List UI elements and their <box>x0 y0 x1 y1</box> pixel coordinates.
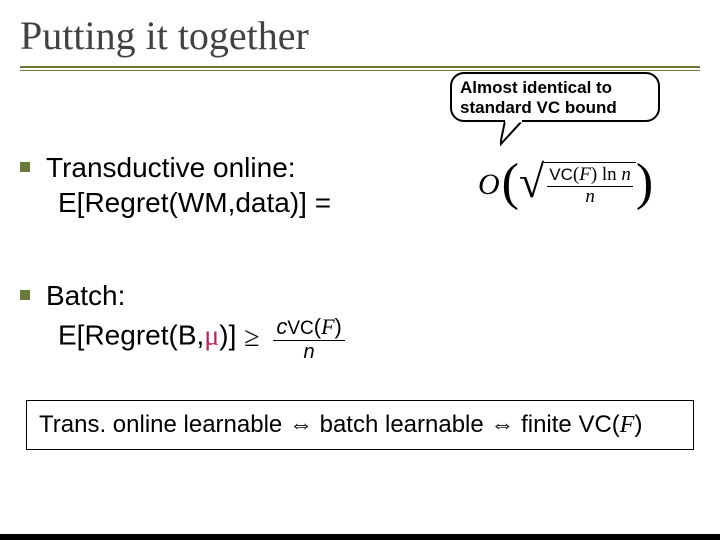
bullet-1-line1: Transductive online: <box>46 150 476 185</box>
bullet-2-suffix: )] <box>219 319 236 350</box>
n-bottom: n <box>583 187 597 208</box>
script-f-2: F <box>321 314 334 339</box>
concl-t4: ) <box>634 411 642 438</box>
bullet-marker-icon <box>20 162 30 172</box>
bullet-2-prefix: E[Regret(B, <box>58 319 204 350</box>
n-top: n <box>621 164 631 185</box>
bullet-1: Transductive online: E[Regret(WM,data)] … <box>46 150 476 220</box>
vc-label-2: VC <box>287 318 313 339</box>
iff-arrow-2: ⇔ <box>490 412 514 438</box>
bullet-2-line1: Batch: <box>46 278 646 313</box>
slide-title-area: Putting it together <box>20 12 700 59</box>
bullet-2: Batch: E[Regret(B,μ)] ≥ cVC(F) n <box>46 278 646 361</box>
geq-symbol: ≥ <box>244 320 259 355</box>
ln-label: ln <box>602 164 617 185</box>
formula-big-o: O ( √ VC(F) ln n n ) <box>478 162 653 208</box>
callout-line2: standard VC bound <box>460 98 650 118</box>
mu-symbol: μ <box>204 320 219 351</box>
fraction-2: cVC(F) n <box>273 315 345 363</box>
n-denom: n <box>304 341 315 363</box>
bullet-marker-icon <box>20 290 30 300</box>
script-f: F <box>579 164 591 185</box>
callout-line1: Almost identical to <box>460 78 650 98</box>
slide: Putting it together Almost identical to … <box>0 0 720 540</box>
concl-t2: batch learnable <box>313 411 490 438</box>
slide-title: Putting it together <box>20 13 309 58</box>
sqrt-block: √ VC(F) ln n n <box>519 162 636 208</box>
iff-arrow-1: ⇔ <box>289 412 313 438</box>
concl-t1: Trans. online learnable <box>39 411 289 438</box>
concl-t3: finite VC( <box>514 411 619 438</box>
c-var: c <box>276 314 287 339</box>
callout-box: Almost identical to standard VC bound <box>450 72 660 122</box>
big-o-symbol: O <box>478 168 500 202</box>
footer-bar <box>0 534 720 540</box>
bullet-2-line2: E[Regret(B,μ)] ≥ cVC(F) n <box>58 313 646 361</box>
fraction-1: VC(F) ln n n <box>547 165 633 208</box>
conclusion-box: Trans. online learnable ⇔ batch learnabl… <box>26 400 694 450</box>
vc-label: VC <box>549 165 573 184</box>
script-f-3: F <box>620 412 635 438</box>
bullet-1-line2: E[Regret(WM,data)] = <box>58 185 476 220</box>
